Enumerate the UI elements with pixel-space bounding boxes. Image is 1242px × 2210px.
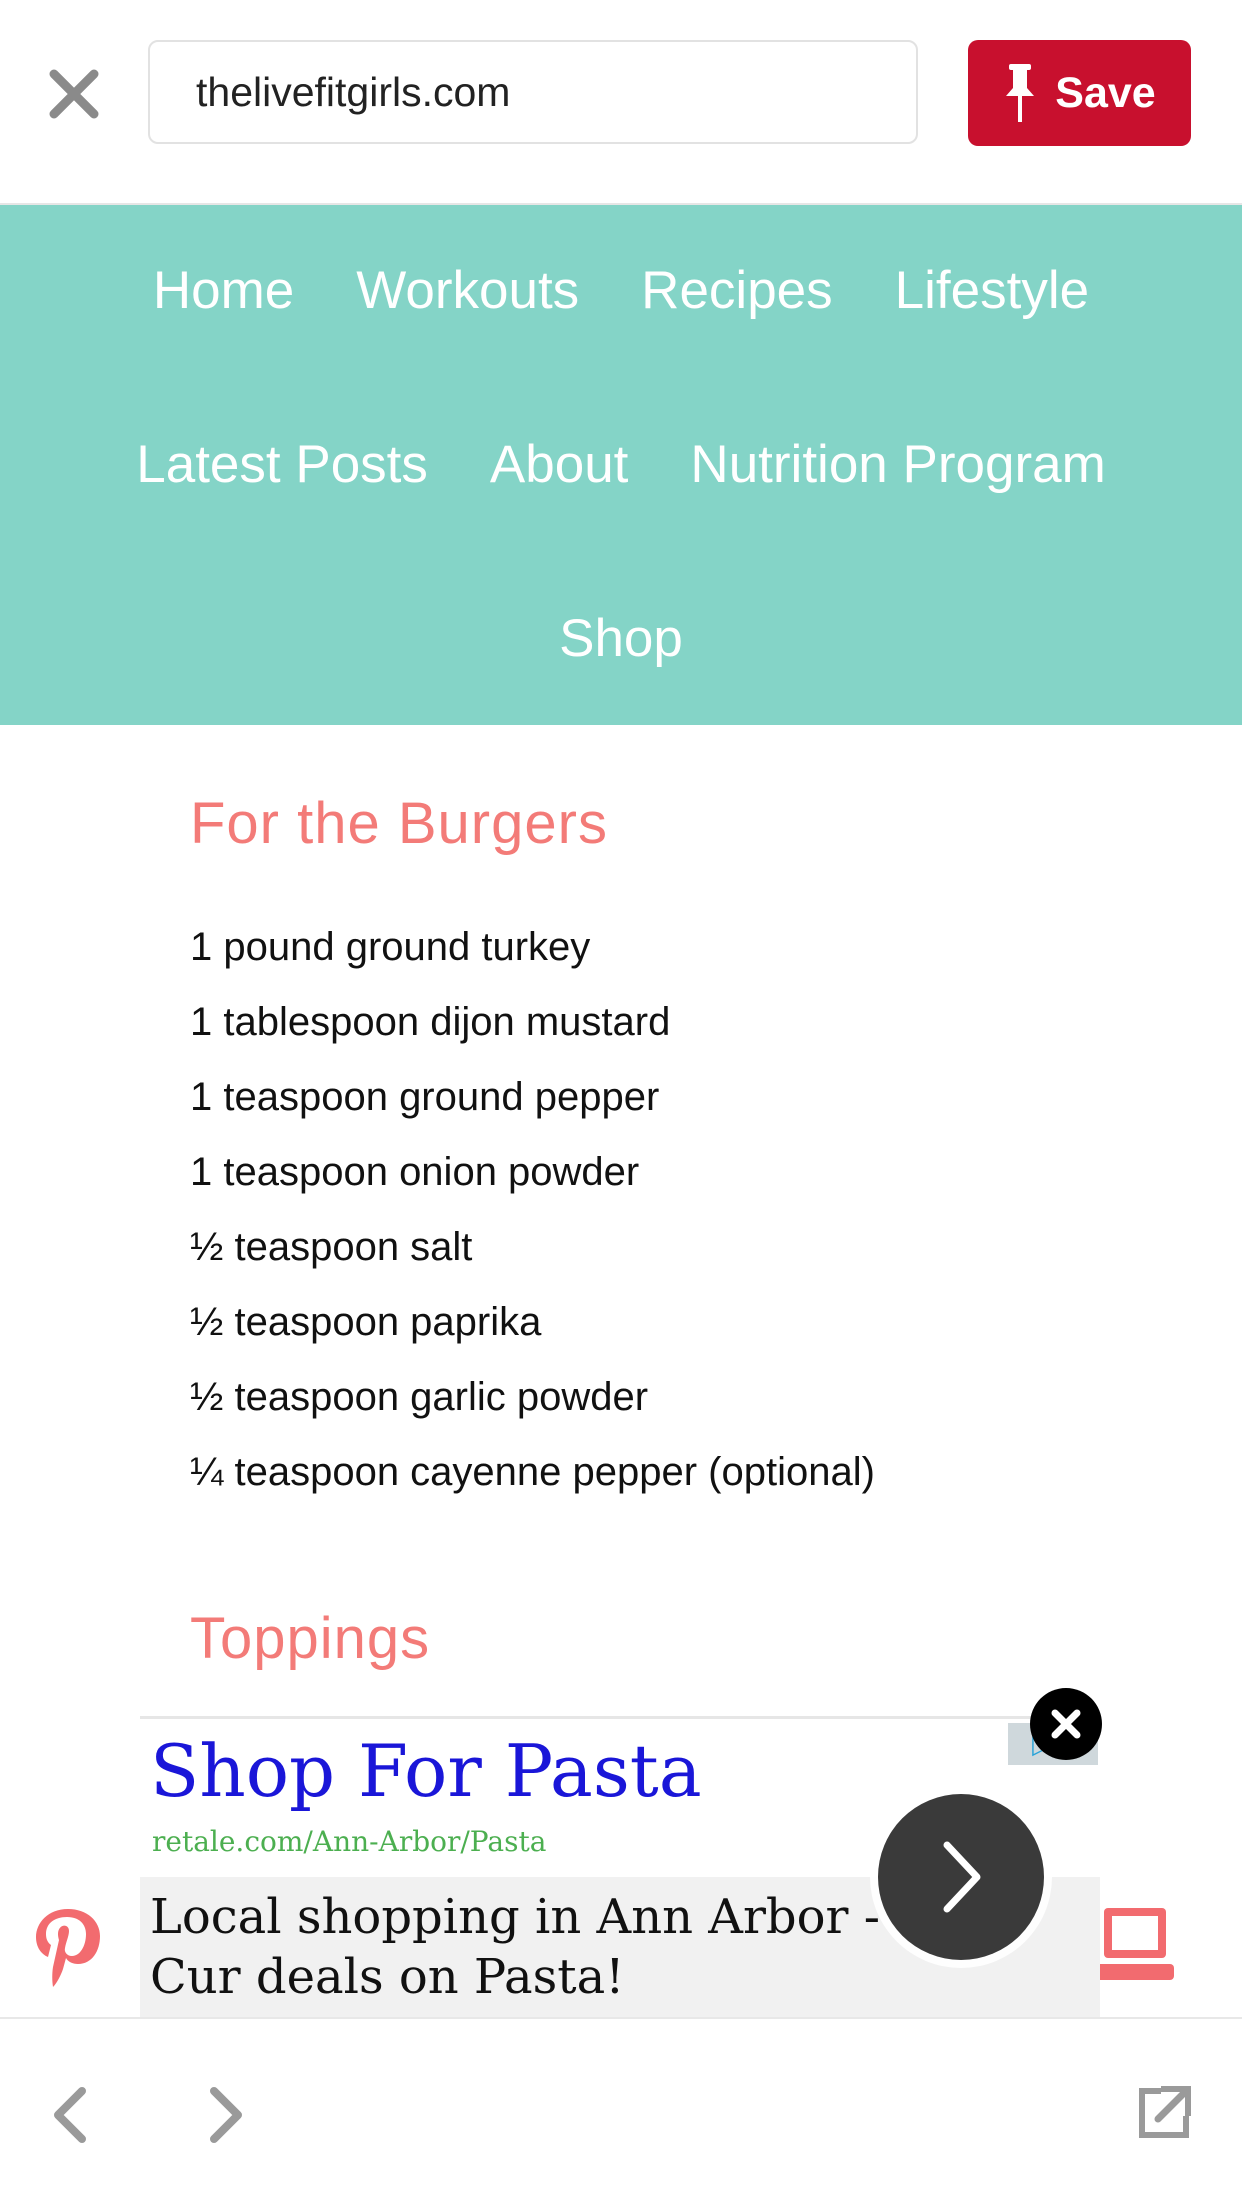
laptop-icon[interactable] [1094, 1904, 1174, 1990]
nav-recipes[interactable]: Recipes [641, 260, 832, 321]
ingredient-item: 1 tablespoon dijon mustard [190, 1000, 671, 1044]
chevron-left-icon[interactable] [46, 2085, 96, 2145]
pinterest-icon[interactable] [30, 1905, 104, 1989]
ad-url[interactable]: retale.com/Ann-Arbor/Pasta [152, 1825, 546, 1858]
chevron-right-icon[interactable] [200, 2085, 250, 2145]
nav-latest-posts[interactable]: Latest Posts [136, 434, 428, 495]
browser-bottom-bar [0, 2017, 1242, 2210]
ingredient-item: 1 teaspoon onion powder [190, 1150, 640, 1194]
ad-description: Local shopping in Ann Arbor - Cur deals … [150, 1889, 880, 2005]
browser-top-bar: thelivefitgirls.com Save [0, 0, 1242, 205]
url-field[interactable]: thelivefitgirls.com [148, 40, 918, 144]
nav-about[interactable]: About [490, 434, 629, 495]
external-link-icon[interactable] [1134, 2083, 1194, 2143]
save-button[interactable]: Save [968, 40, 1191, 146]
nav-home[interactable]: Home [153, 260, 294, 321]
chevron-right-icon [943, 1841, 981, 1913]
ingredient-item: ½ teaspoon paprika [190, 1300, 542, 1344]
site-navigation: Home Workouts Recipes Lifestyle Latest P… [0, 205, 1242, 725]
url-text: thelivefitgirls.com [196, 68, 511, 115]
burgers-heading: For the Burgers [190, 791, 608, 856]
close-button[interactable] [44, 64, 104, 124]
ingredient-item: ½ teaspoon garlic powder [190, 1375, 649, 1419]
close-icon [49, 69, 99, 119]
save-label: Save [1055, 68, 1156, 117]
close-icon [1051, 1709, 1081, 1739]
ingredient-item: 1 pound ground turkey [190, 925, 591, 969]
nav-shop[interactable]: Shop [559, 608, 683, 669]
nav-lifestyle[interactable]: Lifestyle [895, 260, 1089, 321]
toppings-heading: Toppings [190, 1606, 431, 1671]
ingredient-item: ½ teaspoon salt [190, 1225, 473, 1269]
ingredient-item: 1 teaspoon ground pepper [190, 1075, 660, 1119]
ad-close-button[interactable] [1030, 1688, 1102, 1760]
nav-row: Latest Posts About Nutrition Program [0, 434, 1242, 495]
ingredient-item: ¼ teaspoon cayenne pepper (optional) [190, 1450, 875, 1494]
nav-row: Shop [0, 608, 1242, 669]
next-pin-button[interactable] [878, 1794, 1044, 1960]
pin-icon [1006, 64, 1035, 122]
nav-row: Home Workouts Recipes Lifestyle [0, 260, 1242, 321]
ad-title[interactable]: Shop For Pasta [150, 1729, 702, 1813]
nav-workouts[interactable]: Workouts [356, 260, 579, 321]
nav-nutrition-program[interactable]: Nutrition Program [690, 434, 1105, 495]
